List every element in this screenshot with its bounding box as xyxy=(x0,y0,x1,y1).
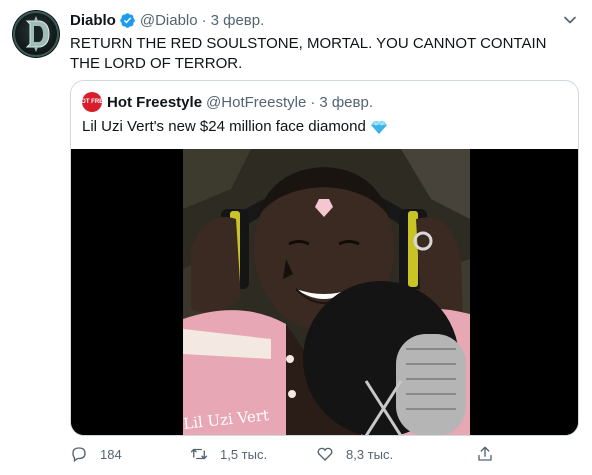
reply-icon xyxy=(72,447,86,463)
like-count: 8,3 тыс. xyxy=(346,446,394,462)
heart-icon xyxy=(317,447,333,461)
share-button[interactable] xyxy=(476,443,506,465)
tweet-date[interactable]: 3 февр. xyxy=(211,12,265,29)
quoted-tweet-text: Lil Uzi Vert's new $24 million face diam… xyxy=(82,118,366,135)
quoted-tweet-video[interactable]: Lil Uzi Vert xyxy=(71,149,578,435)
author-avatar[interactable] xyxy=(12,10,60,58)
gem-icon xyxy=(370,120,387,134)
share-icon xyxy=(478,446,492,461)
verified-badge-icon xyxy=(120,12,135,28)
author-handle[interactable]: @Diablo xyxy=(140,12,198,29)
reply-button[interactable]: 184 xyxy=(70,443,122,465)
diablo-d-logo-icon xyxy=(13,11,59,57)
header-separator: · xyxy=(201,11,207,29)
chevron-down-icon[interactable] xyxy=(560,10,580,30)
reply-count: 184 xyxy=(100,446,122,462)
tweet-actions-bar: 184 1,5 тыс. 8,3 тыс. xyxy=(70,443,510,465)
quoted-author-avatar[interactable]: HOT FREE xyxy=(77,92,107,112)
quoted-author-handle[interactable]: @HotFreestyle xyxy=(206,94,306,111)
retweet-count: 1,5 тыс. xyxy=(220,446,268,462)
video-frame-image: Lil Uzi Vert xyxy=(71,149,578,435)
retweet-icon xyxy=(190,448,208,460)
quoted-header-separator: · xyxy=(310,93,316,111)
tweet[interactable]: Diablo @Diablo · 3 февр. RETURN THE RED … xyxy=(0,0,592,475)
tweet-text: RETURN THE RED SOULSTONE, MORTAL. YOU CA… xyxy=(70,35,547,72)
quoted-tweet-date[interactable]: 3 февр. xyxy=(319,94,373,111)
like-button[interactable]: 8,3 тыс. xyxy=(316,443,393,465)
tweet-header: Diablo @Diablo · 3 февр. xyxy=(70,10,570,30)
quoted-tweet-text-row: Lil Uzi Vert's new $24 million face diam… xyxy=(82,117,387,137)
quoted-tweet-header: HOT FREE Hot Freestyle @HotFreestyle · 3… xyxy=(77,92,373,112)
retweet-button[interactable]: 1,5 тыс. xyxy=(190,443,267,465)
quoted-author-name[interactable]: Hot Freestyle xyxy=(107,94,202,111)
author-name[interactable]: Diablo xyxy=(70,12,116,29)
quoted-tweet[interactable]: HOT FREE Hot Freestyle @HotFreestyle · 3… xyxy=(70,80,579,436)
